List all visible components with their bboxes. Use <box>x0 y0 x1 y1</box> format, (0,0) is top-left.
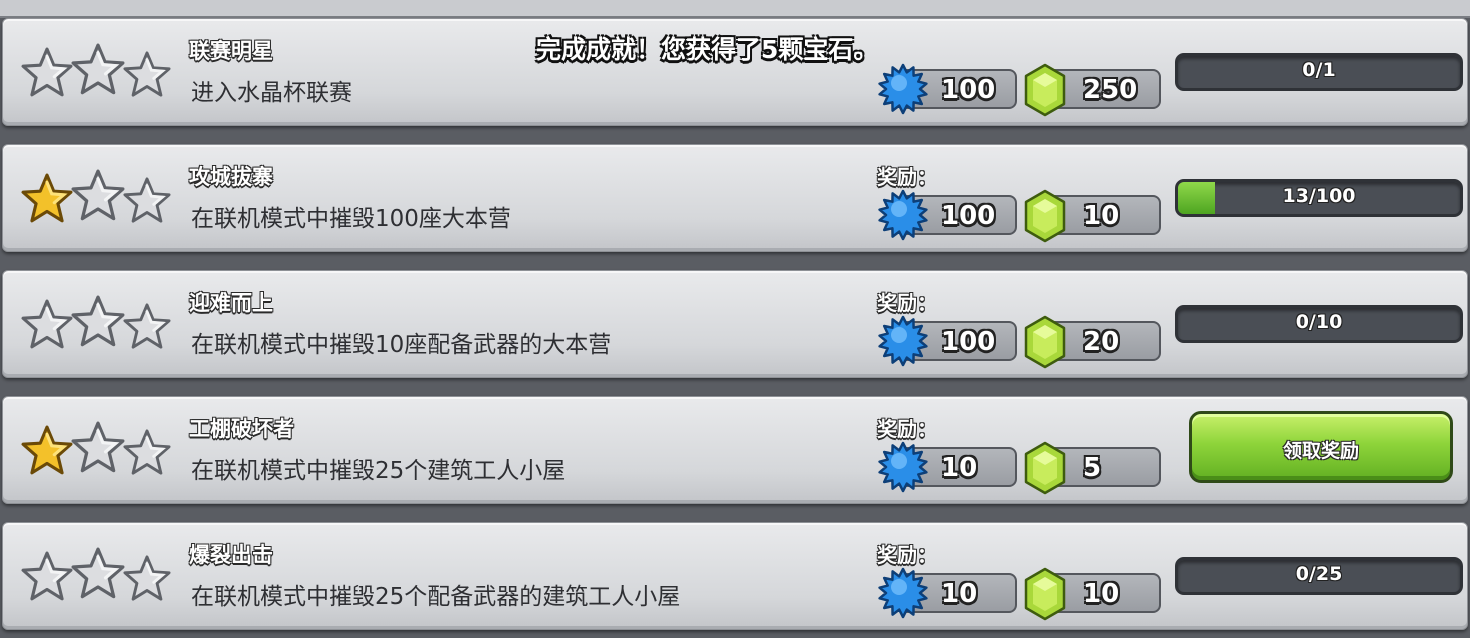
achievement-title: 联赛明星 <box>189 39 273 63</box>
achievement-stars <box>21 169 181 229</box>
xp-reward-value: 10 <box>941 453 978 483</box>
reward-label: 奖励： <box>877 417 937 441</box>
gem-reward-value: 20 <box>1083 327 1120 357</box>
achievement-description: 在联机模式中摧毁10座配备武器的大本营 <box>191 332 612 358</box>
progress-text: 0/10 <box>1295 311 1343 333</box>
achievement-notification: 完成成就！您获得了5颗宝石。 <box>536 35 879 64</box>
star-empty-icon <box>71 547 125 601</box>
reward-label: 奖励： <box>877 165 937 189</box>
star-empty-icon <box>71 43 125 97</box>
xp-reward-value: 100 <box>941 327 996 357</box>
star-empty-icon <box>21 47 73 99</box>
xp-reward-value: 100 <box>941 201 996 231</box>
experience-star-icon <box>877 441 929 497</box>
reward-label: 奖励： <box>877 543 937 567</box>
gem-icon <box>1023 189 1067 247</box>
star-empty-icon <box>21 551 73 603</box>
xp-reward-value: 100 <box>941 75 996 105</box>
gem-reward-value: 250 <box>1083 75 1138 105</box>
star-empty-icon <box>123 429 171 477</box>
achievement-row: 攻城拔寨在联机模式中摧毁100座大本营 奖励： 100 10 13/100 <box>2 144 1468 252</box>
progress-text: 13/100 <box>1282 185 1356 207</box>
star-filled-icon <box>21 425 73 477</box>
achievement-title: 攻城拔寨 <box>189 165 273 189</box>
progress-bar: 13/100 <box>1175 179 1463 217</box>
reward-label: 奖励： <box>877 291 937 315</box>
progress-bar: 0/10 <box>1175 305 1463 343</box>
claim-reward-button[interactable]: 领取奖励 <box>1189 411 1453 483</box>
achievement-row: 爆裂出击 在联机模式中摧毁25个配备武器的建筑工人小屋 奖励： 10 10 0/25 <box>2 522 1468 630</box>
star-empty-icon <box>71 169 125 223</box>
star-filled-icon <box>21 173 73 225</box>
gem-icon <box>1023 441 1067 499</box>
progress-text: 0/25 <box>1295 563 1343 585</box>
star-empty-icon <box>123 303 171 351</box>
achievement-description: 在联机模式中摧毁100座大本营 <box>191 206 511 232</box>
achievement-title: 工棚破坏者 <box>189 417 294 441</box>
progress-bar: 0/25 <box>1175 557 1463 595</box>
star-empty-icon <box>21 299 73 351</box>
claim-reward-label: 领取奖励 <box>1282 440 1359 462</box>
experience-star-icon <box>877 189 929 245</box>
achievement-description: 在联机模式中摧毁25个配备武器的建筑工人小屋 <box>191 584 681 610</box>
achievement-title: 迎难而上 <box>189 291 273 315</box>
achievement-stars <box>21 295 181 355</box>
gem-icon <box>1023 315 1067 373</box>
star-empty-icon <box>71 421 125 475</box>
achievement-row: 迎难而上在联机模式中摧毁10座配备武器的大本营 奖励： 100 20 0/10 <box>2 270 1468 378</box>
achievement-row: 工棚破坏者在联机模式中摧毁25个建筑工人小屋 奖励： 10 5 领取奖励 <box>2 396 1468 504</box>
progress-text: 0/1 <box>1302 59 1336 81</box>
gem-reward-value: 10 <box>1083 579 1120 609</box>
gem-reward-value: 10 <box>1083 201 1120 231</box>
gem-icon <box>1023 63 1067 121</box>
star-empty-icon <box>123 51 171 99</box>
achievement-stars <box>21 547 181 607</box>
star-empty-icon <box>123 177 171 225</box>
achievement-title: 爆裂出击 <box>189 543 273 567</box>
gem-reward-value: 5 <box>1083 453 1102 483</box>
achievement-description: 在联机模式中摧毁25个建筑工人小屋 <box>191 458 566 484</box>
achievement-stars <box>21 421 181 481</box>
previous-row-edge <box>0 0 1470 18</box>
star-empty-icon <box>71 295 125 349</box>
xp-reward-value: 10 <box>941 579 978 609</box>
star-empty-icon <box>123 555 171 603</box>
experience-star-icon <box>877 567 929 623</box>
experience-star-icon <box>877 315 929 371</box>
progress-bar: 0/1 <box>1175 53 1463 91</box>
achievement-stars <box>21 43 181 103</box>
experience-star-icon <box>877 63 929 119</box>
gem-icon <box>1023 567 1067 625</box>
achievement-description: 进入水晶杯联赛 <box>191 80 352 106</box>
